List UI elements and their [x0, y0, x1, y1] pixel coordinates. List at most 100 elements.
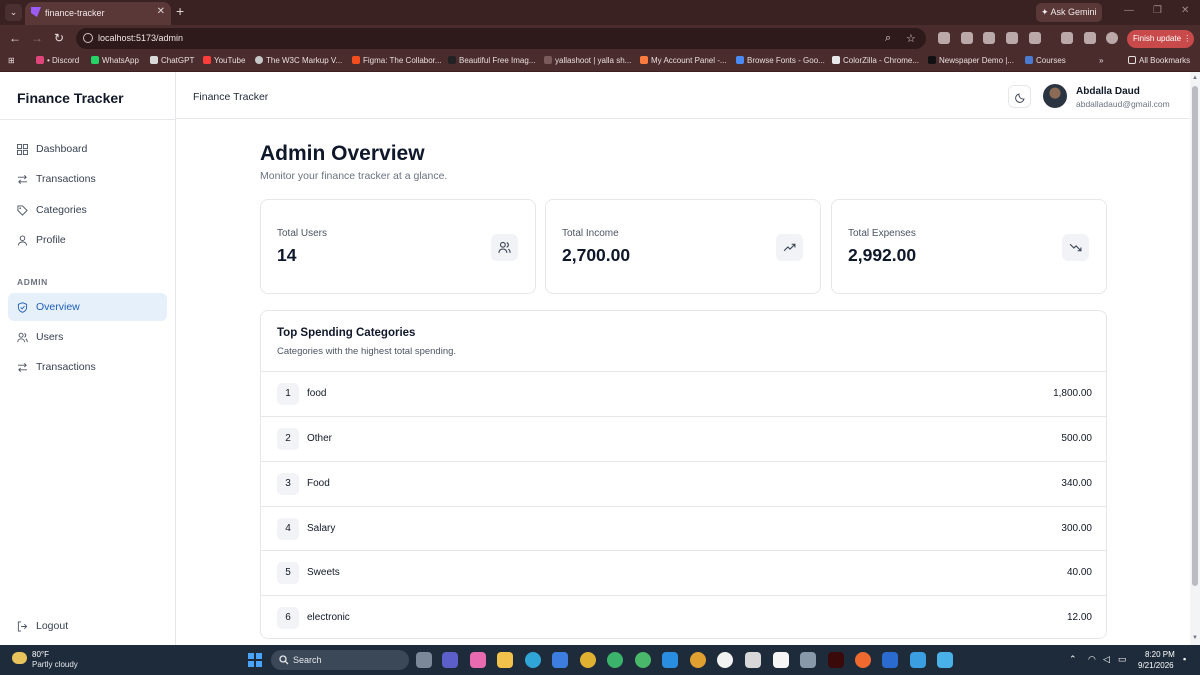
illustrator-icon[interactable]	[828, 652, 844, 668]
zoom-icon[interactable]: ⌕	[885, 32, 891, 45]
chrome-icon[interactable]	[690, 652, 706, 668]
download-icon[interactable]	[1061, 32, 1073, 44]
edge-icon[interactable]	[525, 652, 541, 668]
word-icon[interactable]	[882, 652, 898, 668]
chrome-icon[interactable]	[635, 652, 651, 668]
volume-icon[interactable]: ◁	[1103, 654, 1110, 665]
store-icon[interactable]	[552, 652, 568, 668]
bookmark-item[interactable]: Figma: The Collabor...	[352, 56, 442, 65]
scrollbar-thumb[interactable]	[1192, 86, 1198, 586]
sidebar-divider	[0, 119, 176, 120]
notepad-icon[interactable]	[937, 652, 953, 668]
profile-avatar-icon[interactable]	[1106, 32, 1118, 44]
bookmark-item[interactable]: WhatsApp	[91, 56, 139, 65]
bookmark-label: WhatsApp	[102, 56, 139, 65]
vscode-icon[interactable]	[662, 652, 678, 668]
account-panel-icon	[640, 56, 648, 64]
chrome-icon[interactable]	[607, 652, 623, 668]
scroll-up-icon[interactable]: ▲	[1192, 75, 1198, 81]
browser-tab-bar: ⌄ finance-tracker ✕ + ✦ Ask Gemini — ❐ ✕	[0, 0, 1200, 25]
new-tab-button[interactable]: +	[176, 3, 184, 19]
ask-gemini-label: Ask Gemini	[1050, 7, 1097, 17]
bookmark-item[interactable]: • Discord	[36, 56, 79, 65]
extension-icon[interactable]	[983, 32, 995, 44]
sidebar-item-profile[interactable]: Profile	[8, 226, 167, 254]
clock-date[interactable]: 9/21/2026	[1138, 661, 1174, 670]
taskbar-search[interactable]: Search	[271, 650, 409, 670]
back-icon[interactable]: ←	[9, 31, 21, 45]
extension-shield-icon[interactable]	[1006, 32, 1018, 44]
bookmark-label: Beautiful Free Imag...	[459, 56, 536, 65]
sidebar-item-categories[interactable]: Categories	[8, 196, 167, 224]
close-window-icon[interactable]: ✕	[1181, 5, 1189, 16]
copilot-icon[interactable]	[470, 652, 486, 668]
tab-search-icon[interactable]: ⌄	[5, 4, 22, 21]
minimize-icon[interactable]: —	[1124, 5, 1134, 16]
start-button-icon[interactable]	[248, 653, 262, 667]
bookmark-item[interactable]: Courses	[1025, 56, 1066, 65]
bookmark-item[interactable]: My Account Panel -...	[640, 56, 727, 65]
teams-icon[interactable]	[442, 652, 458, 668]
app-icon[interactable]	[910, 652, 926, 668]
browser-tab[interactable]: finance-tracker ✕	[25, 2, 171, 25]
battery-icon[interactable]: ▭	[1118, 654, 1127, 665]
all-bookmarks-label: All Bookmarks	[1139, 56, 1191, 65]
show-hidden-icons[interactable]: ⌃	[1069, 654, 1077, 665]
bookmark-item[interactable]: YouTube	[203, 56, 245, 65]
users-icon	[491, 234, 518, 261]
settings-gear-icon[interactable]	[800, 652, 816, 668]
bookmark-star-icon[interactable]: ☆	[906, 32, 916, 45]
address-bar[interactable]: localhost:5173/admin ⌕ ☆	[76, 28, 926, 49]
logout-button[interactable]: Logout	[8, 612, 167, 638]
sidebar-item-overview[interactable]: Overview	[8, 293, 167, 321]
extension-font-icon[interactable]	[938, 32, 950, 44]
ask-gemini-button[interactable]: ✦ Ask Gemini	[1036, 3, 1102, 22]
all-bookmarks[interactable]: All Bookmarks	[1128, 56, 1190, 65]
bookmark-item[interactable]: Browse Fonts - Goo...	[736, 56, 825, 65]
url-text[interactable]: localhost:5173/admin	[98, 33, 183, 43]
extensions-puzzle-icon[interactable]	[1029, 32, 1041, 44]
notion-icon[interactable]	[773, 652, 789, 668]
app-icon[interactable]	[717, 652, 733, 668]
weather-icon[interactable]	[12, 652, 27, 664]
notifications-icon[interactable]: ▪	[1183, 654, 1186, 664]
reading-list-icon[interactable]	[1084, 32, 1096, 44]
tab-close-icon[interactable]: ✕	[157, 6, 165, 17]
snipping-tool-icon[interactable]	[745, 652, 761, 668]
maximize-icon[interactable]: ❐	[1153, 5, 1162, 16]
weather-temperature[interactable]: 80°F	[32, 650, 49, 659]
bookmark-item[interactable]: Beautiful Free Imag...	[448, 56, 535, 65]
sidebar: Finance Tracker Dashboard Transactions C…	[0, 72, 176, 645]
avatar[interactable]	[1043, 84, 1067, 108]
weather-description[interactable]: Partly cloudy	[32, 660, 78, 669]
bookmark-item[interactable]: ChatGPT	[150, 56, 194, 65]
w3c-icon	[255, 56, 263, 64]
category-amount: 500.00	[1061, 433, 1092, 444]
sidebar-item-transactions[interactable]: Transactions	[8, 165, 167, 193]
bookmark-item[interactable]: The W3C Markup V...	[255, 56, 342, 65]
finish-update-button[interactable]: Finish update ⋮	[1127, 30, 1194, 48]
forward-icon[interactable]: →	[31, 31, 43, 45]
extension-icon[interactable]	[961, 32, 973, 44]
bookmark-item[interactable]: yallashoot | yalla sh...	[544, 56, 631, 65]
bookmarks-overflow-icon[interactable]: »	[1099, 56, 1103, 65]
bookmark-item[interactable]: ColorZilla - Chrome...	[832, 56, 919, 65]
bookmark-item[interactable]: Newspaper Demo |...	[928, 56, 1014, 65]
rank-badge: 3	[277, 473, 299, 495]
theme-toggle-button[interactable]	[1008, 85, 1031, 108]
page-subtitle: Monitor your finance tracker at a glance…	[260, 170, 448, 182]
task-view-icon[interactable]	[416, 652, 432, 668]
reload-icon[interactable]: ↻	[54, 31, 64, 45]
postman-icon[interactable]	[855, 652, 871, 668]
sidebar-item-dashboard[interactable]: Dashboard	[8, 135, 167, 163]
site-info-icon[interactable]	[83, 33, 93, 43]
clock-time[interactable]: 8:20 PM	[1145, 650, 1175, 659]
chrome-icon[interactable]	[580, 652, 596, 668]
sidebar-item-users[interactable]: Users	[8, 323, 167, 351]
sidebar-item-admin-transactions[interactable]: Transactions	[8, 353, 167, 381]
wifi-icon[interactable]: ◠	[1088, 654, 1096, 665]
bookmark-label: Courses	[1036, 56, 1066, 65]
file-explorer-icon[interactable]	[497, 652, 513, 668]
scroll-down-icon[interactable]: ▼	[1192, 635, 1198, 641]
apps-grid-icon[interactable]: ⊞	[8, 56, 15, 65]
